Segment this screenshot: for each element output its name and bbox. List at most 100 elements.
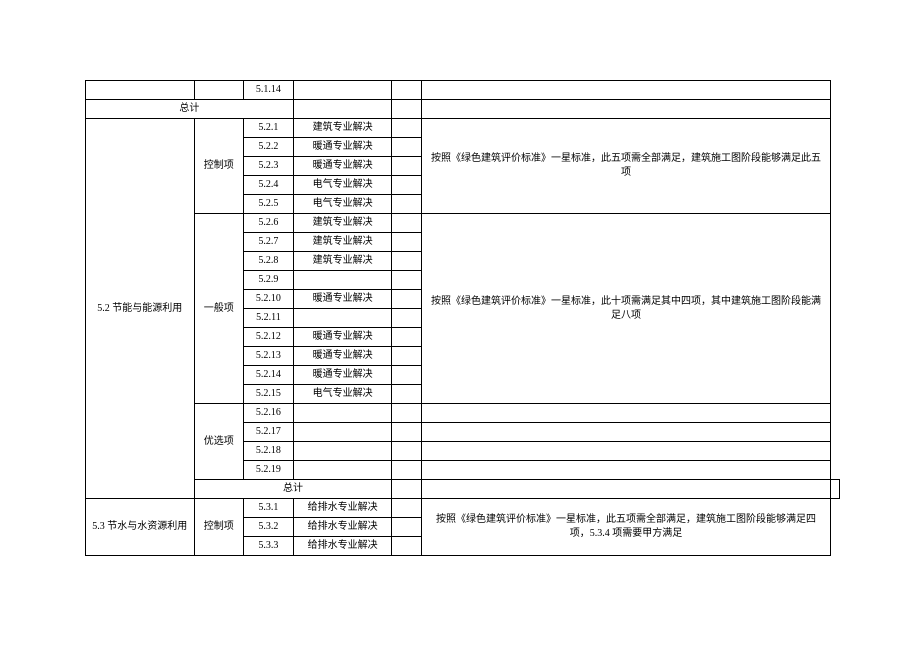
cell-blank — [86, 81, 195, 100]
cell-code: 5.2.17 — [244, 423, 294, 442]
cell-code: 5.2.3 — [244, 157, 294, 176]
cell-total: 总计 — [194, 480, 392, 499]
cell-code: 5.2.6 — [244, 214, 294, 233]
section-title: 5.2 节能与能源利用 — [86, 119, 195, 499]
cell-blank — [392, 233, 422, 252]
cell-resolve — [293, 442, 392, 461]
group-control: 控制项 — [194, 499, 243, 556]
table-row: 5.1.14 — [86, 81, 840, 100]
cell-blank — [831, 480, 840, 499]
cell-code: 5.3.3 — [244, 537, 294, 556]
cell-note — [422, 442, 831, 461]
cell-blank — [293, 100, 392, 119]
cell-blank — [392, 423, 422, 442]
cell-resolve: 暖通专业解决 — [293, 157, 392, 176]
cell-blank — [392, 176, 422, 195]
table-row: 一般项 5.2.6 建筑专业解决 按照《绿色建筑评价标准》一星标准，此十项需满足… — [86, 214, 840, 233]
cell-note — [422, 423, 831, 442]
cell-blank — [392, 214, 422, 233]
cell-resolve: 电气专业解决 — [293, 195, 392, 214]
cell-note: 按照《绿色建筑评价标准》一星标准，此五项需全部满足，建筑施工图阶段能够满足四项，… — [422, 499, 831, 556]
cell-resolve: 暖通专业解决 — [293, 347, 392, 366]
cell-blank — [392, 119, 422, 138]
cell-note: 按照《绿色建筑评价标准》一星标准，此十项需满足其中四项，其中建筑施工图阶段能满足… — [422, 214, 831, 404]
cell-blank — [392, 499, 422, 518]
cell-resolve: 给排水专业解决 — [293, 518, 392, 537]
cell-resolve — [293, 404, 392, 423]
cell-blank — [392, 328, 422, 347]
table-row: 优选项 5.2.16 — [86, 404, 840, 423]
cell-blank — [392, 366, 422, 385]
cell-blank — [422, 100, 831, 119]
table-row: 5.3 节水与水资源利用 控制项 5.3.1 给排水专业解决 按照《绿色建筑评价… — [86, 499, 840, 518]
cell-code: 5.2.10 — [244, 290, 294, 309]
cell-resolve: 暖通专业解决 — [293, 366, 392, 385]
cell-blank — [392, 442, 422, 461]
evaluation-table: 5.1.14 总计 5.2 节能与能源利用 控制项 5.2.1 建筑专业解决 按… — [85, 80, 840, 556]
cell-blank — [392, 138, 422, 157]
group-general: 一般项 — [194, 214, 243, 404]
cell-code: 5.2.9 — [244, 271, 294, 290]
cell-note — [422, 461, 831, 480]
cell-code: 5.2.12 — [244, 328, 294, 347]
cell-note — [422, 404, 831, 423]
document-table: 5.1.14 总计 5.2 节能与能源利用 控制项 5.2.1 建筑专业解决 按… — [85, 80, 840, 556]
cell-note — [422, 81, 831, 100]
cell-resolve: 电气专业解决 — [293, 385, 392, 404]
cell-code: 5.3.2 — [244, 518, 294, 537]
cell-blank — [392, 518, 422, 537]
cell-blank — [392, 480, 422, 499]
cell-resolve: 建筑专业解决 — [293, 214, 392, 233]
cell-note: 按照《绿色建筑评价标准》一星标准，此五项需全部满足，建筑施工图阶段能够满足此五项 — [422, 119, 831, 214]
cell-blank — [392, 157, 422, 176]
cell-code: 5.2.7 — [244, 233, 294, 252]
cell-blank — [194, 81, 243, 100]
cell-code: 5.2.18 — [244, 442, 294, 461]
cell-code: 5.2.5 — [244, 195, 294, 214]
cell-blank — [392, 252, 422, 271]
cell-code: 5.1.14 — [244, 81, 294, 100]
cell-code: 5.2.2 — [244, 138, 294, 157]
cell-resolve — [293, 81, 392, 100]
cell-code: 5.2.19 — [244, 461, 294, 480]
cell-resolve: 给排水专业解决 — [293, 537, 392, 556]
cell-code: 5.2.16 — [244, 404, 294, 423]
cell-blank — [392, 537, 422, 556]
cell-resolve: 给排水专业解决 — [293, 499, 392, 518]
cell-code: 5.2.13 — [244, 347, 294, 366]
group-control: 控制项 — [194, 119, 243, 214]
cell-resolve: 暖通专业解决 — [293, 138, 392, 157]
cell-blank — [392, 195, 422, 214]
table-row: 总计 — [86, 480, 840, 499]
cell-code: 5.2.8 — [244, 252, 294, 271]
cell-code: 5.2.14 — [244, 366, 294, 385]
cell-resolve — [293, 461, 392, 480]
cell-blank — [392, 385, 422, 404]
table-row: 5.2 节能与能源利用 控制项 5.2.1 建筑专业解决 按照《绿色建筑评价标准… — [86, 119, 840, 138]
cell-blank — [392, 404, 422, 423]
cell-resolve — [293, 309, 392, 328]
cell-code: 5.2.15 — [244, 385, 294, 404]
cell-blank — [392, 100, 422, 119]
cell-blank — [392, 81, 422, 100]
cell-total: 总计 — [86, 100, 294, 119]
cell-resolve: 建筑专业解决 — [293, 119, 392, 138]
cell-blank — [392, 309, 422, 328]
cell-blank — [392, 461, 422, 480]
table-row: 总计 — [86, 100, 840, 119]
group-preferred: 优选项 — [194, 404, 243, 480]
section-title: 5.3 节水与水资源利用 — [86, 499, 195, 556]
cell-resolve: 暖通专业解决 — [293, 290, 392, 309]
cell-code: 5.2.4 — [244, 176, 294, 195]
cell-blank — [422, 480, 831, 499]
cell-resolve: 暖通专业解决 — [293, 328, 392, 347]
cell-resolve: 建筑专业解决 — [293, 233, 392, 252]
cell-resolve — [293, 423, 392, 442]
cell-resolve — [293, 271, 392, 290]
cell-resolve: 建筑专业解决 — [293, 252, 392, 271]
cell-resolve: 电气专业解决 — [293, 176, 392, 195]
cell-blank — [392, 347, 422, 366]
cell-code: 5.2.1 — [244, 119, 294, 138]
cell-code: 5.2.11 — [244, 309, 294, 328]
cell-code: 5.3.1 — [244, 499, 294, 518]
